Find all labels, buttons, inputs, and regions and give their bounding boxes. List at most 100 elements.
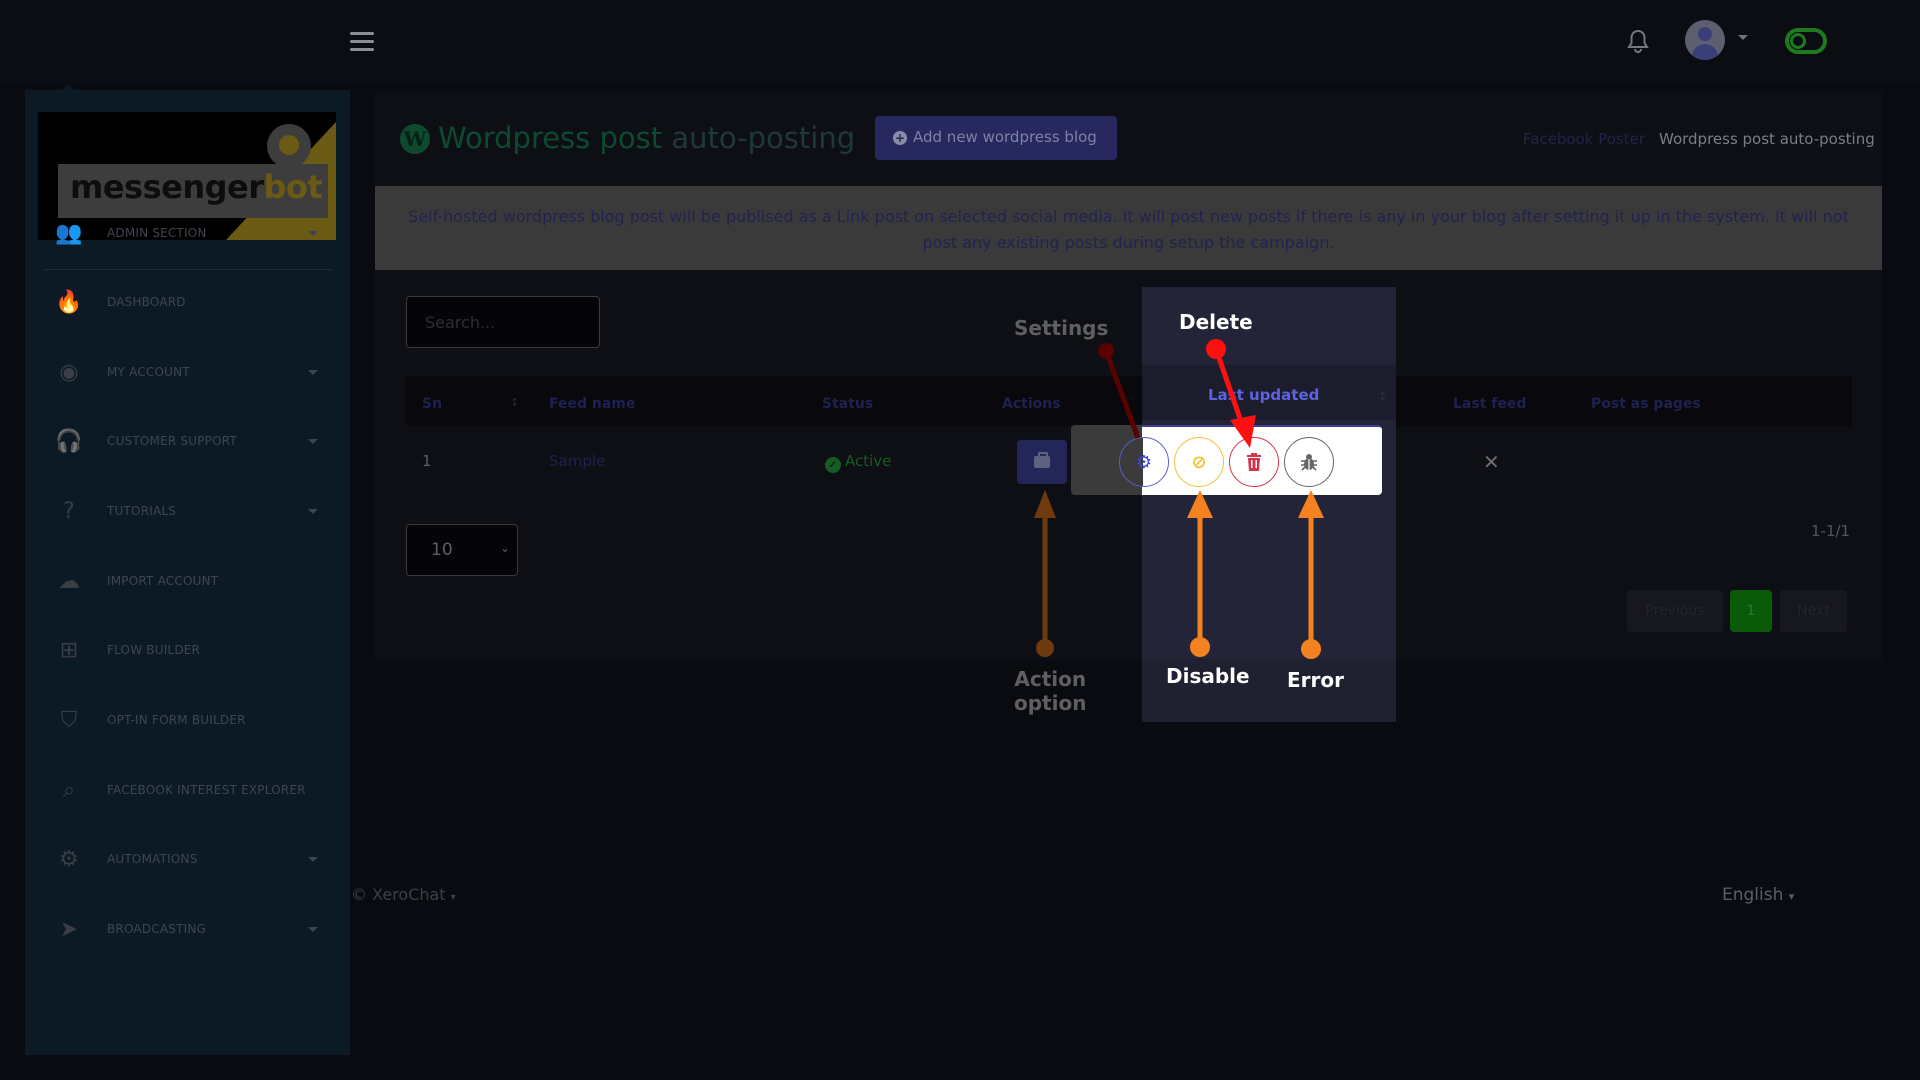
delete-button[interactable] (1229, 437, 1279, 487)
pagination-page-1[interactable]: 1 (1730, 590, 1772, 632)
breadcrumb-facebook-poster[interactable]: Facebook Poster (1523, 130, 1645, 148)
sidebar-item-label: ADMIN SECTION (107, 226, 207, 240)
settings-button[interactable]: ⚙ (1119, 437, 1169, 487)
sort-icon[interactable]: ↕ (1378, 390, 1387, 403)
per-page-select[interactable]: 10 ⌄ (406, 524, 518, 576)
language-label: English (1722, 885, 1784, 905)
avatar-body (1692, 44, 1718, 60)
chevron-down-icon: ⌄ (500, 541, 511, 555)
sidebar-item-label: DASHBOARD (107, 295, 186, 309)
column-header-status[interactable]: Status (822, 396, 873, 412)
annotation-disable: Disable (1166, 664, 1250, 688)
toggle-knob (1790, 33, 1806, 49)
sidebar-item-tutorials[interactable]: ? TUTORIALS (25, 487, 350, 537)
sort-icon[interactable]: ↕ (510, 396, 519, 409)
annotation-action-line1: Action (1014, 667, 1087, 691)
column-header-feed-name[interactable]: Feed name (549, 396, 635, 412)
sidebar-item-label: FLOW BUILDER (107, 643, 201, 657)
caret-icon: ▾ (450, 892, 456, 903)
sidebar-item-label: FACEBOOK INTEREST EXPLORER (107, 783, 306, 797)
briefcase-icon (1034, 452, 1050, 468)
sidebar-item-my-account[interactable]: ◉ MY ACCOUNT (25, 348, 350, 398)
paper-plane-icon: ➤ (59, 917, 79, 942)
logo-text-main: messenger (70, 168, 264, 206)
add-new-wordpress-blog-button[interactable]: + Add new wordpress blog (875, 116, 1117, 160)
sidebar-item-label: MY ACCOUNT (107, 365, 190, 379)
sidebar-item-import-account[interactable]: ☁ IMPORT ACCOUNT (25, 557, 350, 607)
sidebar-divider (43, 269, 333, 270)
caret-down-icon: ▾ (1788, 890, 1795, 903)
search-icon: ⌕ (62, 778, 76, 803)
status-badge: ✓ Active (825, 452, 891, 473)
sidebar-item-admin-section[interactable]: 👥 ADMIN SECTION (25, 209, 350, 259)
user-avatar-icon[interactable] (1685, 20, 1725, 60)
column-header-last-updated[interactable]: Last updated (1208, 386, 1319, 404)
caret-down-icon[interactable] (308, 439, 318, 444)
sidebar-item-label: TUTORIALS (107, 504, 177, 518)
per-page-value: 10 (431, 540, 453, 560)
users-cog-icon: 👥 (55, 221, 83, 246)
logo-text-accent: bot (263, 168, 323, 206)
caret-down-icon[interactable] (308, 231, 318, 236)
sidebar-item-facebook-interest-explorer[interactable]: ⌕ FACEBOOK INTEREST EXPLORER (25, 766, 350, 816)
theme-toggle[interactable] (1785, 28, 1827, 54)
column-header-sn[interactable]: Sn (422, 396, 442, 412)
sidebar-item-flow-builder[interactable]: ⊞ FLOW BUILDER (25, 626, 350, 676)
annotation-delete: Delete (1179, 310, 1253, 334)
status-text: Active (845, 452, 892, 470)
caret-down-icon[interactable] (308, 927, 318, 932)
cloud-download-icon: ☁ (58, 569, 80, 594)
sidebar-item-broadcasting[interactable]: ➤ BROADCASTING (25, 905, 350, 955)
avatar-head (1698, 27, 1712, 41)
sidebar-item-label: BROADCASTING (107, 922, 207, 936)
bug-icon (1301, 454, 1317, 471)
actions-menu-button[interactable] (1017, 440, 1067, 484)
breadcrumb-current: Wordpress post auto-posting (1659, 130, 1875, 148)
column-header-post-as-pages[interactable]: Post as pages (1591, 396, 1701, 412)
hamburger-icon-line (350, 32, 374, 35)
table-header: Sn ↕ Feed name Status Actions Last feed … (406, 376, 1852, 426)
copyright-text: © XeroChat (351, 885, 446, 904)
ban-icon: ⊘ (1191, 451, 1207, 473)
column-header-last-feed[interactable]: Last feed (1453, 396, 1526, 412)
annotation-error: Error (1287, 668, 1344, 692)
chevron-down-icon[interactable] (1738, 35, 1748, 40)
sidebar-item-opt-in-form-builder[interactable]: ⛉ OPT-IN FORM BUILDER (25, 696, 350, 746)
page-title-suffix: auto-posting (662, 121, 856, 155)
check-circle-icon: ✓ (825, 457, 841, 473)
hamburger-icon-line (350, 40, 374, 43)
sidebar-item-label: OPT-IN FORM BUILDER (107, 713, 246, 727)
footer-copyright[interactable]: © XeroChat ▾ (351, 885, 456, 904)
sidebar-item-label: CUSTOMER SUPPORT (107, 434, 237, 448)
user-circle-icon: ◉ (59, 360, 79, 385)
headset-icon: 🎧 (55, 429, 83, 454)
caret-down-icon[interactable] (308, 509, 318, 514)
gear-icon: ⚙ (1135, 451, 1153, 473)
sidebar-item-customer-support[interactable]: 🎧 CUSTOMER SUPPORT (25, 417, 350, 467)
annotation-action-line2: option (1014, 691, 1087, 715)
hamburger-icon-line (350, 48, 374, 51)
robot-icon (267, 124, 311, 168)
cell-feed-name[interactable]: Sample (549, 452, 605, 470)
add-button-label: Add new wordpress blog (913, 128, 1097, 146)
cogs-icon: ⚙ (59, 847, 79, 872)
logo-text: messengerbot (70, 168, 323, 206)
language-selector[interactable]: English ▾ (1722, 885, 1794, 905)
disable-button[interactable]: ⊘ (1174, 437, 1224, 487)
hamburger-menu-button[interactable] (350, 32, 374, 52)
caret-down-icon[interactable] (308, 370, 318, 375)
error-log-button[interactable] (1284, 437, 1334, 487)
pagination-previous[interactable]: Previous (1627, 590, 1723, 632)
search-input[interactable] (406, 296, 600, 348)
bell-icon[interactable] (1626, 28, 1650, 54)
annotation-settings: Settings (1014, 316, 1109, 340)
sidebar-item-dashboard[interactable]: 🔥 DASHBOARD (25, 278, 350, 328)
column-header-actions: Actions (1002, 396, 1061, 412)
sidebar-item-automations[interactable]: ⚙ AUTOMATIONS (25, 835, 350, 885)
wordpress-icon: W (400, 124, 430, 154)
pagination-next[interactable]: Next (1780, 590, 1847, 632)
cell-sn: 1 (422, 452, 432, 470)
sidebar-item-label: AUTOMATIONS (107, 852, 198, 866)
annotation-action-option: Action option (1014, 667, 1086, 715)
caret-down-icon[interactable] (308, 857, 318, 862)
